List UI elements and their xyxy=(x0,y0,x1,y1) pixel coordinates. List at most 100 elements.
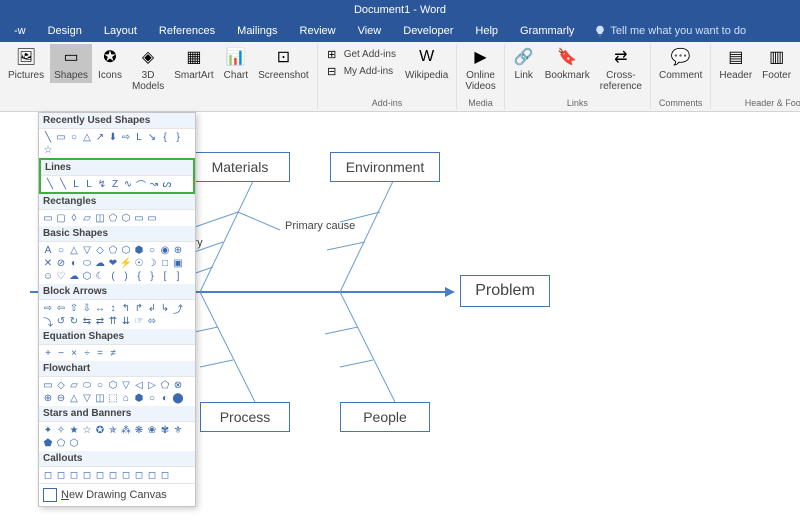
shape-item[interactable]: ↲ xyxy=(146,302,158,314)
shape-item[interactable]: ⇄ xyxy=(94,315,106,327)
box-environment[interactable]: Environment xyxy=(330,152,440,182)
new-canvas-button[interactable]: New Drawing Canvas xyxy=(39,483,195,506)
shape-item[interactable]: △ xyxy=(68,392,80,404)
shape-item[interactable]: ⤵ xyxy=(42,315,54,327)
shape-item[interactable]: ⚡ xyxy=(120,257,132,269)
shape-item[interactable]: ⇩ xyxy=(81,302,93,314)
shape-item[interactable]: △ xyxy=(68,244,80,256)
shape-item[interactable]: ⬄ xyxy=(146,315,158,327)
tell-me[interactable]: Tell me what you want to do xyxy=(594,25,746,37)
shape-item[interactable]: ↕ xyxy=(107,302,119,314)
shape-item[interactable]: ◻ xyxy=(42,469,54,481)
bookmark-button[interactable]: 🔖Bookmark xyxy=(541,44,594,83)
shape-line[interactable]: ↯ xyxy=(96,178,108,190)
shape-item[interactable]: ▽ xyxy=(120,379,132,391)
shape-item[interactable]: } xyxy=(172,131,184,143)
shape-item[interactable]: ⇧ xyxy=(68,302,80,314)
shape-item[interactable]: ⌂ xyxy=(120,392,132,404)
shape-item[interactable]: ⊖ xyxy=(55,392,67,404)
shape-item[interactable]: ▭ xyxy=(146,212,158,224)
shape-item[interactable]: ○ xyxy=(94,379,106,391)
shape-item[interactable]: ⚜ xyxy=(172,424,184,436)
shape-item[interactable]: ✪ xyxy=(94,424,106,436)
shape-item[interactable]: ◫ xyxy=(94,212,106,224)
shape-item[interactable]: ] xyxy=(172,270,184,282)
shape-item[interactable]: L xyxy=(133,131,145,143)
tab-grammarly[interactable]: Grammarly xyxy=(510,22,584,40)
shape-item[interactable]: ↘ xyxy=(146,131,158,143)
shape-item[interactable]: ) xyxy=(120,270,132,282)
shape-item[interactable]: ▭ xyxy=(133,212,145,224)
shape-item[interactable]: ⬡ xyxy=(68,437,80,449)
shape-item[interactable]: ☽ xyxy=(146,257,158,269)
shape-line[interactable]: L xyxy=(70,178,82,190)
shape-item[interactable]: ✾ xyxy=(159,424,171,436)
shape-item[interactable]: ✦ xyxy=(42,424,54,436)
shape-item[interactable]: ◻ xyxy=(133,469,145,481)
shape-item[interactable]: ⬇ xyxy=(107,131,119,143)
shape-item[interactable]: = xyxy=(94,347,106,359)
shape-item[interactable]: ❋ xyxy=(133,424,145,436)
my-addins-button[interactable]: ⊟My Add-ins xyxy=(322,63,399,79)
shape-item[interactable]: A xyxy=(42,244,54,256)
shape-item[interactable]: ⬭ xyxy=(81,379,93,391)
shape-item[interactable]: } xyxy=(146,270,158,282)
shape-item[interactable]: ○ xyxy=(146,392,158,404)
shape-item[interactable]: { xyxy=(133,270,145,282)
shape-item[interactable]: ⬠ xyxy=(107,244,119,256)
shape-item[interactable]: ✧ xyxy=(55,424,67,436)
shape-item[interactable]: ╲ xyxy=(42,131,54,143)
shape-line[interactable]: Z xyxy=(109,178,121,190)
shape-item[interactable]: ( xyxy=(107,270,119,282)
wikipedia-button[interactable]: WWikipedia xyxy=(401,44,452,83)
shape-item[interactable]: ⊘ xyxy=(55,257,67,269)
shape-line[interactable]: ╲ xyxy=(44,178,56,190)
shape-item[interactable]: ☺ xyxy=(42,270,54,282)
shape-item[interactable]: ▷ xyxy=(146,379,158,391)
shape-item[interactable]: ☆ xyxy=(81,424,93,436)
shape-item[interactable]: − xyxy=(55,347,67,359)
shape-item[interactable]: ○ xyxy=(55,244,67,256)
shape-item[interactable]: ◉ xyxy=(159,244,171,256)
shape-item[interactable]: ↺ xyxy=(55,315,67,327)
shape-item[interactable]: ⇊ xyxy=(120,315,132,327)
shape-item[interactable]: ◻ xyxy=(107,469,119,481)
shape-item[interactable]: ⁂ xyxy=(120,424,132,436)
3d-models-button[interactable]: ◈3D Models xyxy=(128,44,168,94)
shape-item[interactable]: ❀ xyxy=(146,424,158,436)
box-problem[interactable]: Problem xyxy=(460,275,550,307)
icons-button[interactable]: ✪Icons xyxy=(94,44,126,83)
box-process[interactable]: Process xyxy=(200,402,290,432)
shape-item[interactable]: ✯ xyxy=(107,424,119,436)
tab-draw[interactable]: -w xyxy=(4,22,36,40)
shape-item[interactable]: ▣ xyxy=(172,257,184,269)
shape-item[interactable]: ▭ xyxy=(42,379,54,391)
shape-item[interactable]: ☞ xyxy=(133,315,145,327)
shape-item[interactable]: ☁ xyxy=(94,257,106,269)
shape-item[interactable]: ☉ xyxy=(133,257,145,269)
shape-item[interactable]: ☁ xyxy=(68,270,80,282)
shape-item[interactable]: ÷ xyxy=(81,347,93,359)
shape-item[interactable]: ⇈ xyxy=(107,315,119,327)
shape-item[interactable]: ▭ xyxy=(42,212,54,224)
shape-item[interactable]: ○ xyxy=(68,131,80,143)
tab-review[interactable]: Review xyxy=(290,22,346,40)
shape-item[interactable]: ⬠ xyxy=(55,437,67,449)
shapes-button[interactable]: ▭Shapes xyxy=(50,44,92,83)
tab-mailings[interactable]: Mailings xyxy=(227,22,287,40)
crossref-button[interactable]: ⇄Cross- reference xyxy=(596,44,646,94)
get-addins-button[interactable]: ⊞Get Add-ins xyxy=(322,46,399,62)
shape-item[interactable]: ◇ xyxy=(94,244,106,256)
shape-item[interactable]: □ xyxy=(159,257,171,269)
shape-item[interactable]: ◫ xyxy=(94,392,106,404)
shape-item[interactable]: ⊕ xyxy=(42,392,54,404)
link-button[interactable]: 🔗Link xyxy=(509,44,539,83)
shape-line[interactable]: L xyxy=(83,178,95,190)
shape-item[interactable]: ✕ xyxy=(42,257,54,269)
shape-item[interactable]: ▭ xyxy=(55,131,67,143)
shape-item[interactable]: ⊕ xyxy=(172,244,184,256)
shape-item[interactable]: ◐ xyxy=(159,392,171,404)
shape-item[interactable]: ❤ xyxy=(107,257,119,269)
shape-item[interactable]: ⬚ xyxy=(107,392,119,404)
shape-item[interactable]: × xyxy=(68,347,80,359)
